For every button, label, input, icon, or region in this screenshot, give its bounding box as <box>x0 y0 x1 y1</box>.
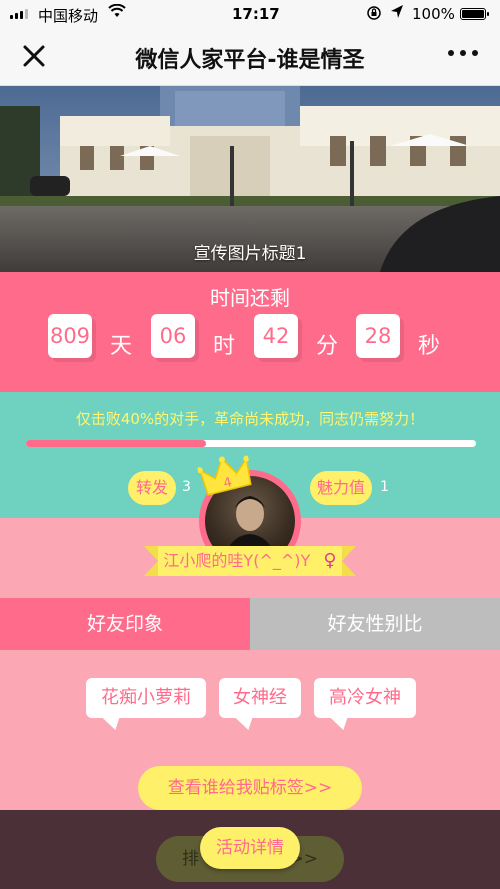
tab-bar: 好友印象 好友性别比 <box>0 598 500 650</box>
battery-percent: 100% <box>412 5 455 23</box>
impression-tag[interactable]: 高冷女神 <box>314 678 416 718</box>
promo-banner[interactable]: 宣传图片标题1 <box>0 86 500 272</box>
ribbon-right-tail <box>342 546 356 576</box>
user-name: 江小爬的哇Y(^_^)Y <box>163 551 311 570</box>
carrier-name: 中国移动 <box>38 7 99 25</box>
rotation-lock-icon <box>366 5 382 25</box>
impression-tag[interactable]: 女神经 <box>219 678 301 718</box>
share-label[interactable]: 转发 <box>128 471 176 505</box>
status-time: 17:17 <box>232 5 280 23</box>
status-bar: 中国移动 17:17 100% <box>0 0 500 28</box>
countdown-seconds-unit: 秒 <box>418 334 441 359</box>
charm-count: 1 <box>380 479 389 495</box>
tab-friend-impression[interactable]: 好友印象 <box>0 598 250 650</box>
tab-friend-gender-ratio[interactable]: 好友性别比 <box>250 598 500 650</box>
progress-track <box>26 440 476 447</box>
wifi-icon <box>108 3 126 22</box>
countdown-days: 809 <box>48 314 92 358</box>
nav-bar: 微信人家平台-谁是情圣 <box>0 28 500 86</box>
countdown-minutes-unit: 分 <box>316 334 339 359</box>
banner-caption: 宣传图片标题1 <box>193 244 307 264</box>
name-ribbon: 江小爬的哇Y(^_^)Y ♀ <box>158 546 342 576</box>
countdown-hours-unit: 时 <box>213 334 236 359</box>
impressions-panel: 花痴小萝莉 女神经 高冷女神 查看谁给我贴标签>> <box>0 650 500 810</box>
charm-label[interactable]: 魅力值 <box>310 471 372 505</box>
battery-icon <box>460 8 489 20</box>
location-icon <box>390 4 404 24</box>
ranking-button-left-text: 排 <box>182 849 199 869</box>
impression-tag[interactable]: 花痴小萝莉 <box>86 678 206 718</box>
signal-icon <box>10 9 28 19</box>
progress-message: 仅击败40%的对手，革命尚未成功，同志仍需努力！ <box>75 410 425 428</box>
countdown-panel: 时间还剩 809 天 06 时 42 分 28 秒 <box>0 272 500 392</box>
countdown-hours: 06 <box>151 314 195 358</box>
countdown-seconds: 28 <box>356 314 400 358</box>
progress-fill <box>26 440 206 447</box>
ribbon-left-tail <box>144 546 158 576</box>
share-count: 3 <box>182 479 191 495</box>
more-icon[interactable] <box>448 50 478 56</box>
activity-details-button[interactable]: 活动详情 <box>200 827 300 869</box>
countdown-title: 时间还剩 <box>210 286 290 310</box>
see-tags-button[interactable]: 查看谁给我贴标签>> <box>138 766 362 810</box>
page-title: 微信人家平台-谁是情圣 <box>135 48 365 73</box>
countdown-days-unit: 天 <box>110 334 133 359</box>
countdown-minutes: 42 <box>254 314 298 358</box>
female-icon: ♀ <box>323 550 337 571</box>
